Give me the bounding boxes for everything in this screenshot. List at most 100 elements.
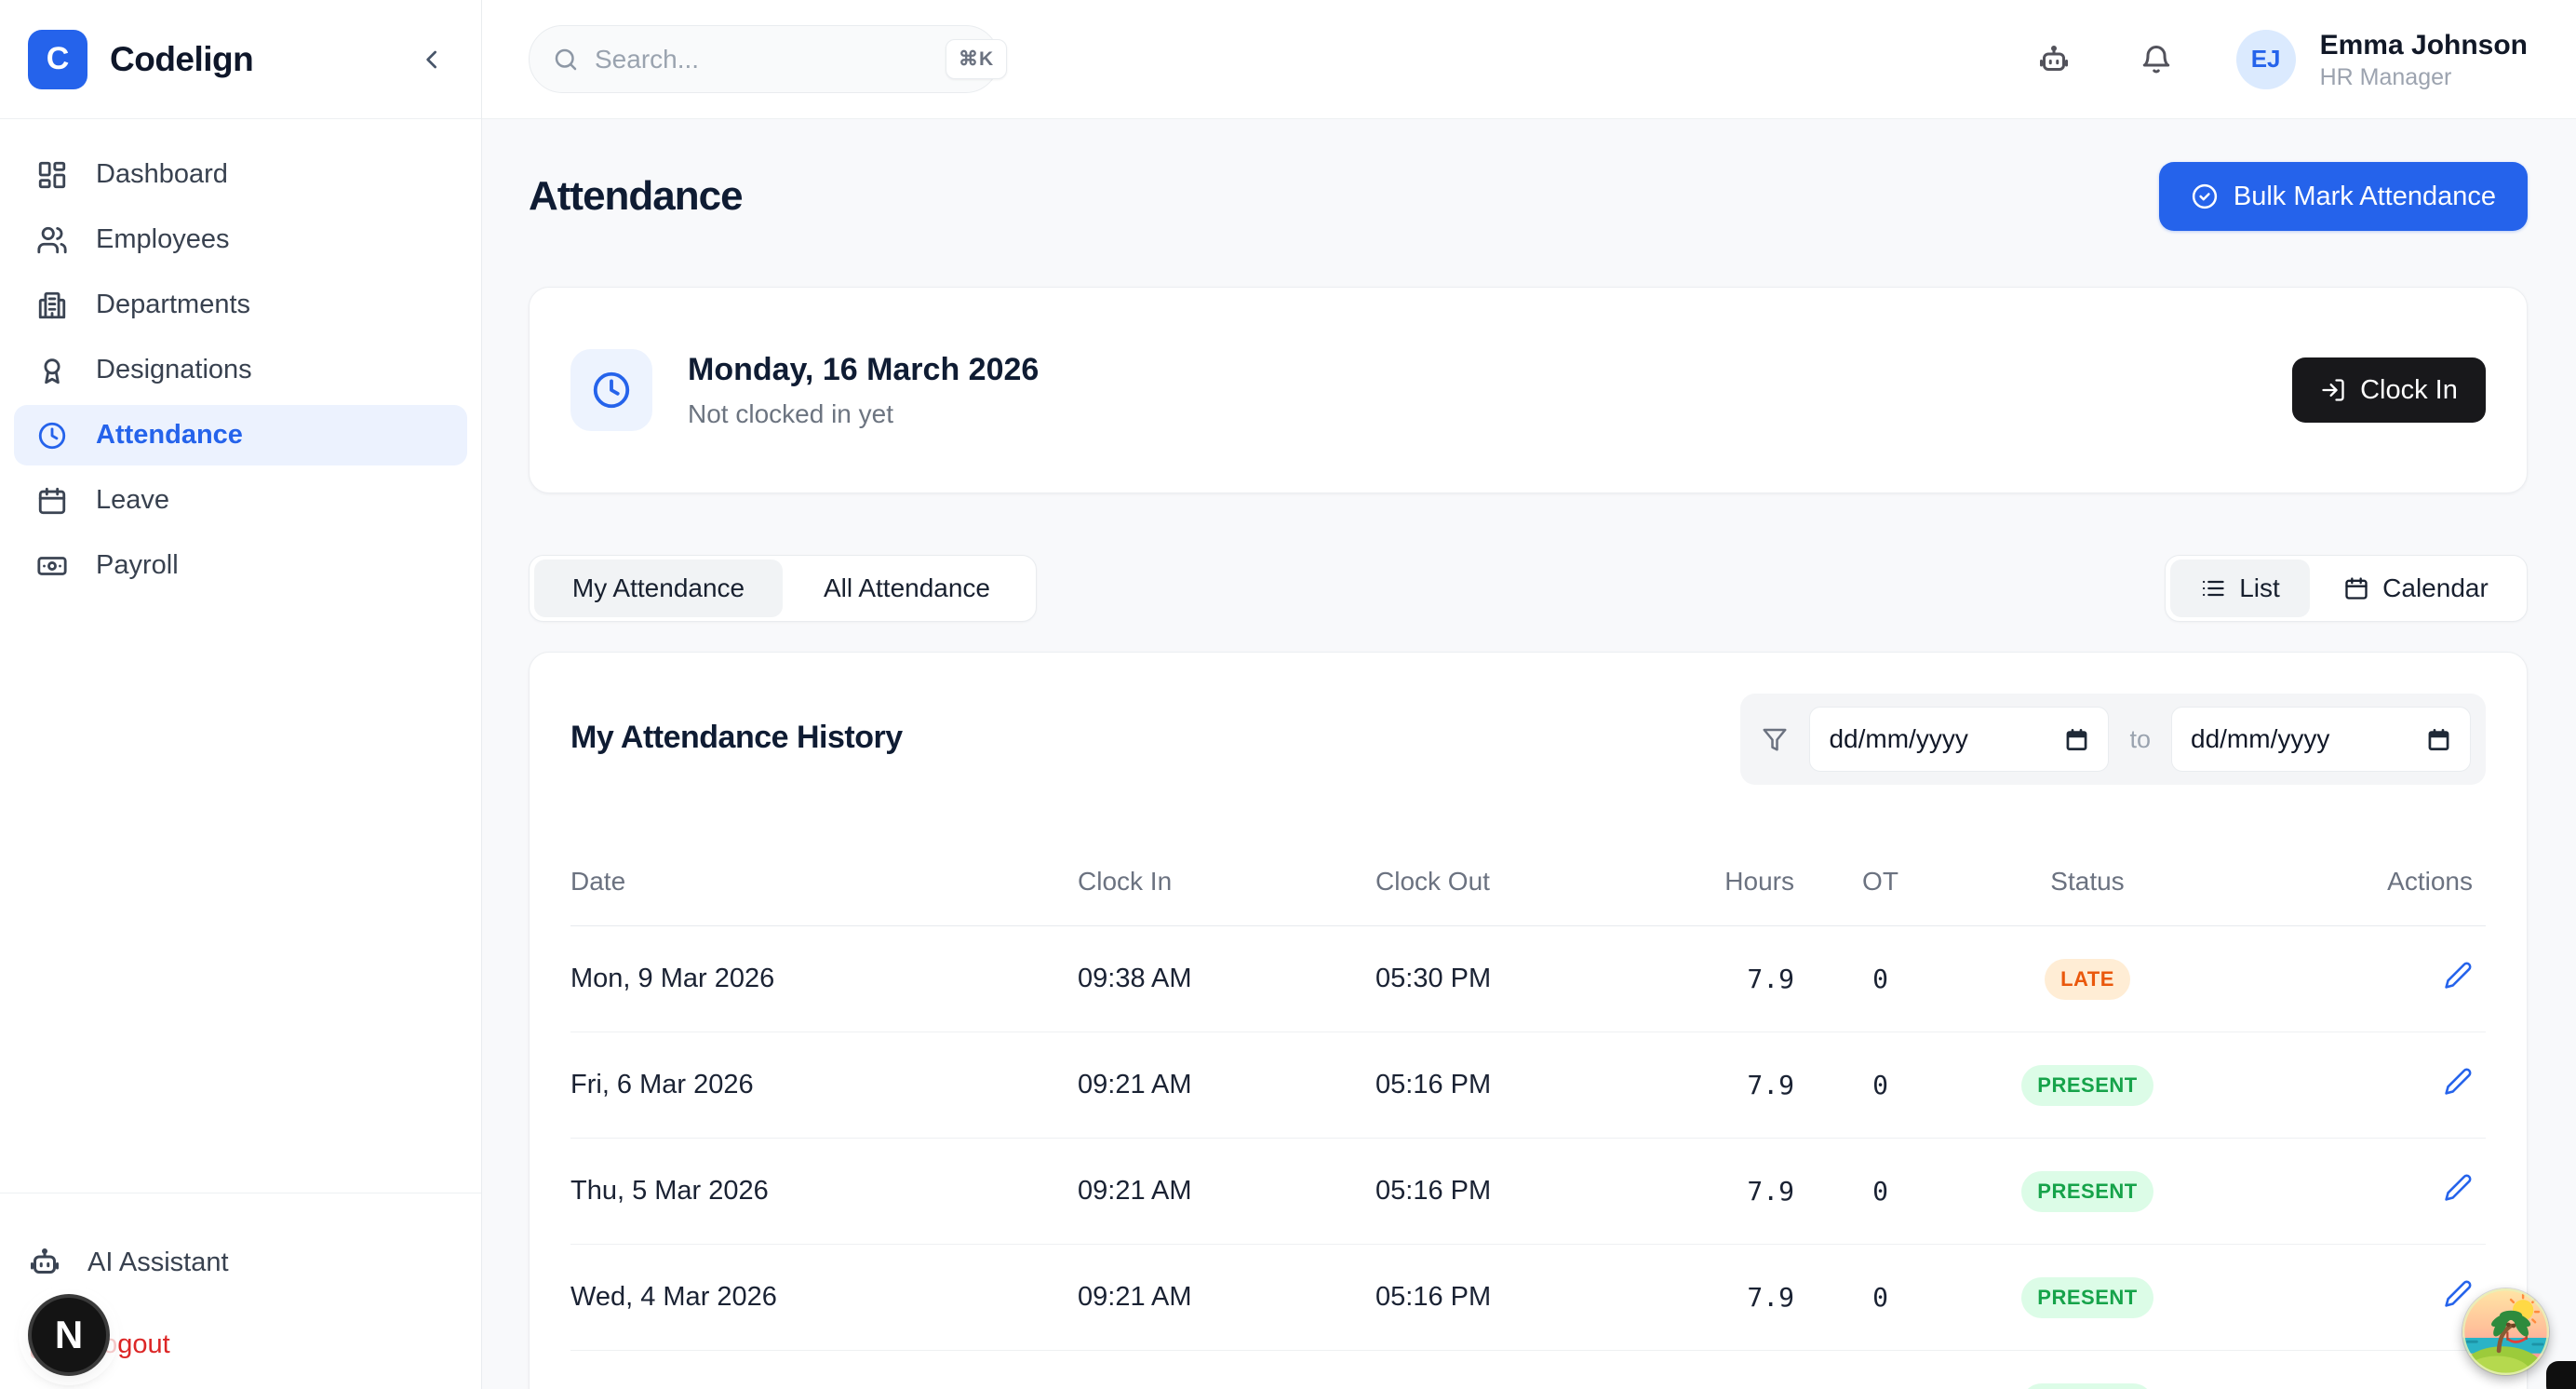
cell-clock-in: 09:21 AM: [1078, 1176, 1375, 1207]
search-shortcut-badge: ⌘K: [946, 39, 1007, 79]
bell-icon: [2140, 43, 2173, 76]
sidebar-item-label: Payroll: [96, 550, 179, 581]
view-list-label: List: [2239, 573, 2280, 603]
cell-date: Thu, 5 Mar 2026: [570, 1176, 1078, 1207]
bulk-button-label: Bulk Mark Attendance: [2234, 182, 2496, 212]
dev-panel-corner-button[interactable]: [2546, 1361, 2576, 1389]
date-to-input[interactable]: dd/mm/yyyy: [2171, 707, 2471, 772]
app-window: C Codelign Dashboard Employees Departmen…: [0, 0, 2576, 1389]
table-row: Wed, 4 Mar 2026 09:21 AM 05:16 PM 7.9 0 …: [570, 1245, 2486, 1351]
sidebar-item-label: Employees: [96, 224, 229, 255]
clock-card-date: Monday, 16 March 2026: [688, 352, 1039, 388]
clock-icon-box: [570, 349, 652, 431]
history-title: My Attendance History: [570, 720, 903, 756]
col-clock-in: Clock In: [1078, 867, 1375, 897]
edit-attendance-button[interactable]: [2444, 1279, 2473, 1311]
cell-clock-out: 05:16 PM: [1375, 1176, 1697, 1207]
calendar-picker-icon[interactable]: [2064, 727, 2089, 752]
banknote-icon: [36, 550, 68, 582]
clock-in-card: Monday, 16 March 2026 Not clocked in yet…: [529, 287, 2528, 493]
sidebar-item-ai-assistant[interactable]: AI Assistant: [28, 1242, 453, 1283]
award-icon: [36, 355, 68, 386]
cell-clock-out: 05:16 PM: [1375, 1070, 1697, 1100]
tab-my-attendance[interactable]: My Attendance: [534, 560, 783, 617]
cell-hours: 7.9: [1697, 1176, 1822, 1207]
sidebar-item-dashboard[interactable]: Dashboard: [14, 144, 467, 205]
brand-logo-letter: C: [47, 41, 70, 77]
notifications-button[interactable]: [2136, 39, 2177, 80]
table-row: PRESENT: [570, 1351, 2486, 1389]
view-toggle: List Calendar: [2165, 555, 2528, 622]
cell-ot: 0: [1822, 1070, 1939, 1100]
history-head: My Attendance History dd/mm/yyyy to dd/m…: [570, 694, 2486, 785]
island-illustration: [2462, 1288, 2549, 1375]
log-in-icon: [2320, 377, 2346, 403]
search-input[interactable]: [595, 45, 931, 74]
dev-badge-letter: N: [55, 1313, 83, 1357]
cell-hours: 7.9: [1697, 964, 1822, 994]
sidebar-item-employees[interactable]: Employees: [14, 209, 467, 270]
pencil-icon: [2444, 1067, 2473, 1096]
assistant-button[interactable]: [2033, 39, 2074, 80]
sidebar-item-label: Designations: [96, 355, 252, 385]
clock-icon: [36, 420, 68, 452]
table-row: Thu, 5 Mar 2026 09:21 AM 05:16 PM 7.9 0 …: [570, 1139, 2486, 1245]
tabs-row: My Attendance All Attendance List Calend…: [529, 555, 2528, 622]
bulk-mark-attendance-button[interactable]: Bulk Mark Attendance: [2159, 162, 2528, 231]
col-date: Date: [570, 867, 1078, 897]
sidebar: C Codelign Dashboard Employees Departmen…: [0, 0, 482, 1389]
page-title: Attendance: [529, 173, 743, 220]
sidebar-item-attendance[interactable]: Attendance: [14, 405, 467, 465]
edit-attendance-button[interactable]: [2444, 1173, 2473, 1205]
edit-attendance-button[interactable]: [2444, 961, 2473, 992]
calendar-icon: [2343, 575, 2369, 601]
clock-card-text: Monday, 16 March 2026 Not clocked in yet: [688, 352, 1039, 429]
clock-card-status: Not clocked in yet: [688, 399, 1039, 429]
table-row: Fri, 6 Mar 2026 09:21 AM 05:16 PM 7.9 0 …: [570, 1032, 2486, 1139]
edit-attendance-button[interactable]: [2444, 1067, 2473, 1099]
clock-in-button[interactable]: Clock In: [2292, 357, 2486, 423]
col-actions: Actions: [2236, 867, 2486, 897]
sidebar-item-payroll[interactable]: Payroll: [14, 535, 467, 596]
user-avatar[interactable]: EJ: [2236, 30, 2296, 89]
tab-my-attendance-label: My Attendance: [572, 573, 745, 603]
sidebar-item-departments[interactable]: Departments: [14, 275, 467, 335]
date-from-input[interactable]: dd/mm/yyyy: [1809, 707, 2109, 772]
cell-ot: 0: [1822, 1176, 1939, 1207]
calendar-picker-icon[interactable]: [2426, 727, 2451, 752]
island-widget-button[interactable]: [2462, 1288, 2549, 1375]
cell-clock-in: 09:38 AM: [1078, 964, 1375, 994]
brand-name: Codelign: [110, 40, 253, 79]
pencil-icon: [2444, 961, 2473, 990]
status-badge: PRESENT: [2021, 1277, 2153, 1318]
tab-all-attendance[interactable]: All Attendance: [783, 560, 1031, 617]
pencil-icon: [2444, 1173, 2473, 1202]
sidebar-item-label: Attendance: [96, 420, 243, 451]
attendance-history-card: My Attendance History dd/mm/yyyy to dd/m…: [529, 652, 2528, 1389]
user-name: Emma Johnson: [2320, 28, 2528, 63]
status-badge: PRESENT: [2021, 1383, 2153, 1389]
date-range-separator: to: [2124, 725, 2156, 754]
cell-date: Wed, 4 Mar 2026: [570, 1282, 1078, 1313]
col-hours: Hours: [1697, 867, 1822, 897]
search-box[interactable]: ⌘K: [529, 25, 1000, 93]
date-filters: dd/mm/yyyy to dd/mm/yyyy: [1740, 694, 2486, 785]
sidebar-header: C Codelign: [0, 0, 481, 119]
user-initials: EJ: [2251, 45, 2281, 74]
topbar: ⌘K EJ Emma Johnson HR Manager: [482, 0, 2576, 119]
bot-icon: [28, 1246, 61, 1279]
nextjs-dev-badge[interactable]: N: [32, 1298, 106, 1372]
view-calendar-label: Calendar: [2382, 573, 2489, 603]
cell-clock-out: 05:30 PM: [1375, 964, 1697, 994]
view-calendar-button[interactable]: Calendar: [2310, 560, 2522, 617]
view-list-button[interactable]: List: [2170, 560, 2310, 617]
tab-all-attendance-label: All Attendance: [824, 573, 990, 603]
attendance-tabs: My Attendance All Attendance: [529, 555, 1037, 622]
sidebar-item-leave[interactable]: Leave: [14, 470, 467, 531]
status-badge: LATE: [2045, 959, 2130, 1000]
sidebar-collapse-button[interactable]: [412, 39, 453, 80]
sidebar-item-designations[interactable]: Designations: [14, 340, 467, 400]
cell-clock-in: 09:21 AM: [1078, 1070, 1375, 1100]
status-badge: PRESENT: [2021, 1065, 2153, 1106]
cell-date: Fri, 6 Mar 2026: [570, 1070, 1078, 1100]
